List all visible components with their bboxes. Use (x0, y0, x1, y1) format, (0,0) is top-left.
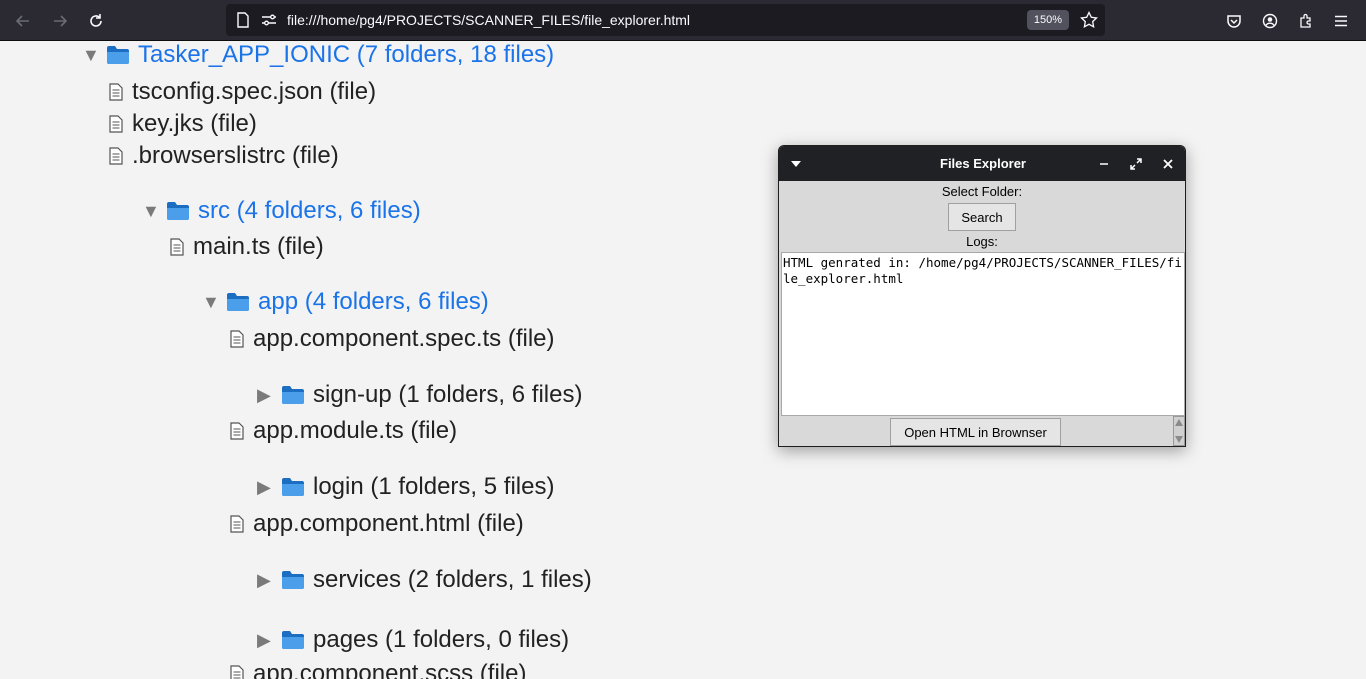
account-button[interactable] (1257, 8, 1283, 34)
url-bar[interactable]: file:///home/pg4/PROJECTS/SCANNER_FILES/… (226, 4, 1105, 36)
minimize-icon (1100, 163, 1108, 165)
back-button[interactable] (10, 8, 36, 34)
folder-label[interactable]: services (2 folders, 1 files) (313, 566, 592, 594)
tree-file: app.component.html (file) (230, 509, 524, 539)
expand-arrow-icon[interactable]: ▶ (257, 477, 281, 498)
folder-label[interactable]: app (4 folders, 6 files) (258, 288, 489, 316)
account-icon (1262, 13, 1278, 29)
folder-icon (282, 386, 304, 404)
tree-folder-services[interactable]: ▶ services (2 folders, 1 files) (257, 565, 592, 595)
search-button[interactable]: Search (948, 203, 1016, 231)
zoom-level-badge[interactable]: 150% (1027, 10, 1069, 30)
file-icon (170, 238, 184, 256)
expand-arrow-icon[interactable]: ▶ (257, 630, 281, 651)
select-folder-label: Select Folder: (941, 184, 1023, 199)
logs-textarea[interactable]: HTML genrated in: /home/pg4/PROJECTS/SCA… (781, 252, 1185, 416)
file-label: app.component.scss (file) (253, 660, 527, 679)
tree-folder-root[interactable]: ▼ Tasker_APP_IONIC (7 folders, 18 files) (82, 40, 554, 70)
maximize-button[interactable] (1127, 155, 1145, 173)
expand-arrow-icon[interactable]: ▶ (257, 385, 281, 406)
tree-file: key.jks (file) (109, 109, 257, 139)
logs-label: Logs: (966, 234, 998, 249)
pocket-icon (1227, 15, 1241, 28)
file-label: .browserslistrc (file) (132, 142, 339, 169)
folder-label[interactable]: Tasker_APP_IONIC (7 folders, 18 files) (138, 41, 554, 69)
close-button[interactable] (1159, 155, 1177, 173)
file-label: app.component.spec.ts (file) (253, 325, 555, 352)
hamburger-menu-icon (1335, 15, 1347, 27)
url-text: file:///home/pg4/PROJECTS/SCANNER_FILES/… (287, 12, 691, 28)
scroll-arrows-icon (1175, 419, 1183, 443)
tree-file: tsconfig.spec.json (file) (109, 77, 376, 107)
expand-arrow-icon[interactable]: ▶ (257, 570, 281, 591)
close-icon (1163, 159, 1173, 169)
pocket-button[interactable] (1221, 8, 1247, 34)
extensions-button[interactable] (1293, 8, 1319, 34)
folder-icon (167, 202, 189, 220)
file-label: app.module.ts (file) (253, 417, 458, 444)
tree-file: .browserslistrc (file) (109, 141, 339, 171)
menu-button[interactable] (1328, 8, 1354, 34)
folder-icon (282, 478, 304, 496)
maximize-icon (1130, 158, 1142, 170)
arrow-left-icon (15, 15, 29, 27)
puzzle-icon (1300, 13, 1311, 28)
bookmark-star-icon[interactable] (1080, 11, 1098, 29)
file-label: key.jks (file) (132, 110, 257, 137)
forward-button[interactable] (47, 8, 73, 34)
tree-folder-pages[interactable]: ▶ pages (1 folders, 0 files) (257, 625, 569, 655)
file-icon (230, 330, 244, 348)
file-label: app.component.html (file) (253, 510, 524, 537)
folder-icon (227, 293, 249, 311)
collapse-arrow-icon[interactable]: ▼ (202, 292, 226, 313)
arrow-right-icon (54, 15, 68, 27)
file-icon (230, 665, 244, 679)
tree-folder-login[interactable]: ▶ login (1 folders, 5 files) (257, 472, 554, 502)
folder-label[interactable]: pages (1 folders, 0 files) (313, 626, 569, 654)
tree-folder-app[interactable]: ▼ app (4 folders, 6 files) (202, 287, 489, 317)
window-title: Files Explorer (940, 156, 1026, 171)
reload-button[interactable] (83, 8, 109, 34)
open-html-button[interactable]: Open HTML in Brownser (890, 418, 1061, 446)
tree-folder-sign-up[interactable]: ▶ sign-up (1 folders, 6 files) (257, 380, 582, 410)
tree-file: app.component.spec.ts (file) (230, 324, 555, 354)
folder-icon (282, 571, 304, 589)
logs-scrollbar[interactable] (1173, 416, 1185, 446)
minimize-button[interactable] (1095, 155, 1113, 173)
file-icon (230, 422, 244, 440)
collapse-arrow-icon[interactable]: ▼ (82, 45, 106, 66)
folder-icon (107, 46, 129, 64)
folder-label[interactable]: src (4 folders, 6 files) (198, 197, 421, 225)
files-explorer-window: Files Explorer Select Folder: Search Log… (778, 145, 1186, 447)
window-titlebar[interactable]: Files Explorer (779, 146, 1185, 181)
file-icon (109, 83, 123, 101)
file-label: main.ts (file) (193, 233, 324, 260)
tree-file: main.ts (file) (170, 232, 324, 262)
file-icon (109, 147, 123, 165)
reload-icon (90, 14, 102, 27)
file-icon (230, 515, 244, 533)
collapse-arrow-icon[interactable]: ▼ (142, 201, 166, 222)
page-icon (237, 12, 249, 28)
folder-label[interactable]: sign-up (1 folders, 6 files) (313, 381, 582, 409)
file-label: tsconfig.spec.json (file) (132, 78, 377, 105)
folder-icon (282, 631, 304, 649)
browser-toolbar: file:///home/pg4/PROJECTS/SCANNER_FILES/… (0, 0, 1366, 41)
tree-file: app.module.ts (file) (230, 416, 457, 446)
folder-label[interactable]: login (1 folders, 5 files) (313, 473, 554, 501)
permissions-icon[interactable] (261, 13, 277, 27)
file-icon (109, 115, 123, 133)
tree-file: app.component.scss (file) (230, 659, 526, 679)
tree-folder-src[interactable]: ▼ src (4 folders, 6 files) (142, 196, 421, 226)
